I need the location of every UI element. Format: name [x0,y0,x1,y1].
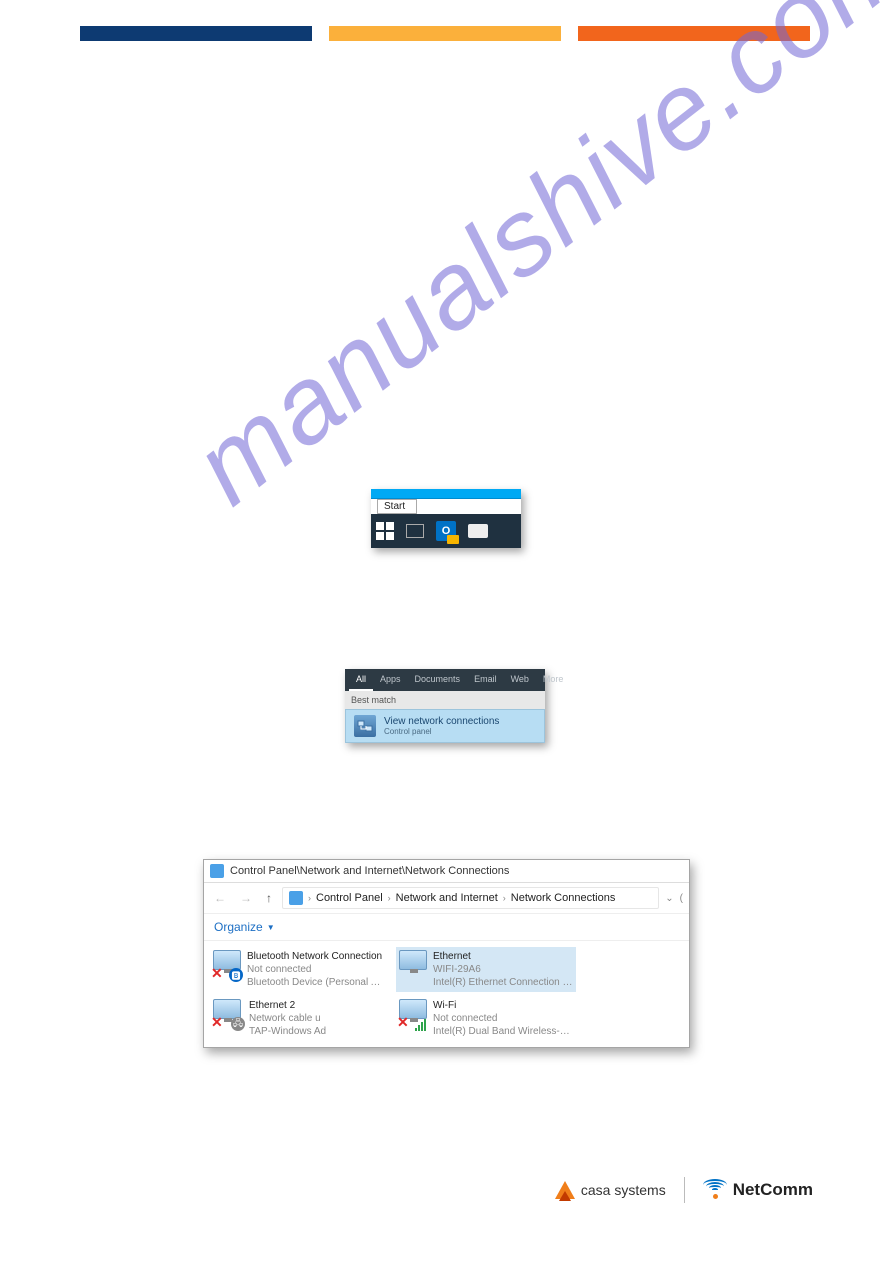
connections-grid: ✕🅱Bluetooth Network ConnectionNot connec… [204,941,689,1047]
adapter-icon [399,950,427,980]
search-result-screenshot: All Apps Documents Email Web More Best m… [345,669,545,743]
titlebar-accent [371,489,521,499]
tab-more[interactable]: More [536,669,571,691]
header-stripes [80,26,810,41]
watermark-text: manualshive.com [170,0,893,529]
start-taskbar-screenshot: Start O [371,489,521,548]
organize-menu[interactable]: Organize ▼ [204,914,689,941]
tab-email[interactable]: Email [467,669,504,691]
connection-name: Bluetooth Network Connection [247,950,387,963]
netcomm-text: NetComm [733,1180,813,1200]
connection-status: Network cable u [249,1012,326,1025]
connection-item[interactable]: ✕ Wi-FiNot connectedIntel(R) Dual Band Wi… [396,996,576,1041]
connection-device: Bluetooth Device (Personal Area ... [247,976,387,989]
tab-all[interactable]: All [349,669,373,691]
connection-device: Intel(R) Dual Band Wireless-AC 82... [433,1025,573,1038]
adapter-icon: ✕🅱 [213,950,241,980]
stripe-2 [329,26,561,41]
casa-text: casa systems [581,1182,666,1198]
outlook-icon[interactable]: O [436,521,456,541]
forward-arrow-icon: → [236,891,256,905]
connection-status: Not connected [247,963,387,976]
netcomm-logo: NetComm [703,1179,813,1201]
organize-label: Organize [214,920,263,934]
breadcrumb[interactable]: › Control Panel › Network and Internet ›… [282,887,659,909]
connection-name: Wi-Fi [433,999,573,1012]
disconnected-x-icon: ✕ [211,965,223,982]
adapter-icon: ✕ [399,999,427,1029]
breadcrumb-3[interactable]: Network Connections [511,892,616,904]
connection-item[interactable]: EthernetWIFI-29A6Intel(R) Ethernet Conne… [396,947,576,992]
windows-start-icon[interactable] [376,522,394,540]
connection-status: Not connected [433,1012,573,1025]
breadcrumb-2[interactable]: Network and Internet [396,892,498,904]
connection-device: TAP-Windows Ad [249,1025,326,1038]
best-match-label: Best match [345,691,545,709]
ethernet-badge-icon: 🖧 [231,1017,245,1031]
divider [684,1177,685,1203]
netcomm-arc-icon [703,1179,727,1201]
result-subtitle: Control panel [384,727,499,736]
tab-web[interactable]: Web [504,669,536,691]
window-title-bar: Control Panel\Network and Internet\Netwo… [204,860,689,883]
mail-icon[interactable] [468,524,488,538]
casa-triangle-icon [555,1181,575,1199]
connection-name: Ethernet 2 [249,999,326,1012]
dropdown-arrow-icon: ▼ [267,923,275,932]
breadcrumb-root-icon [289,891,303,905]
footer-logos: casa systems NetComm [555,1177,813,1203]
connection-device: Intel(R) Ethernet Connection (4) I... [433,976,573,989]
back-arrow-icon[interactable]: ← [210,891,230,905]
breadcrumb-1[interactable]: Control Panel [316,892,383,904]
network-connections-window: Control Panel\Network and Internet\Netwo… [203,859,690,1048]
network-connections-icon [354,715,376,737]
connection-item[interactable]: ✕🖧Ethernet 2Network cable uTAP-Windows A… [210,996,390,1041]
connection-item[interactable]: ✕🅱Bluetooth Network ConnectionNot connec… [210,947,390,992]
window-title: Control Panel\Network and Internet\Netwo… [230,865,509,877]
up-arrow-icon[interactable]: ↑ [262,891,276,905]
task-view-icon[interactable] [406,524,424,538]
stripe-3 [578,26,810,41]
bluetooth-badge-icon: 🅱 [229,968,243,982]
connection-name: Ethernet [433,950,573,963]
connection-status: WIFI-29A6 [433,963,573,976]
tab-documents[interactable]: Documents [408,669,468,691]
nav-toolbar: ← → ↑ › Control Panel › Network and Inte… [204,883,689,914]
start-tooltip: Start [377,499,417,514]
taskbar: O [371,514,521,548]
adapter-icon: ✕🖧 [213,999,243,1029]
search-result-item[interactable]: View network connections Control panel [345,709,545,743]
tab-apps[interactable]: Apps [373,669,408,691]
control-panel-icon [210,864,224,878]
disconnected-x-icon: ✕ [211,1014,223,1031]
disconnected-x-icon: ✕ [397,1014,409,1031]
stripe-1 [80,26,312,41]
casa-systems-logo: casa systems [555,1181,666,1199]
search-tabs: All Apps Documents Email Web More [345,669,545,691]
result-title: View network connections [384,716,499,727]
wifi-bars-icon [415,1019,429,1031]
